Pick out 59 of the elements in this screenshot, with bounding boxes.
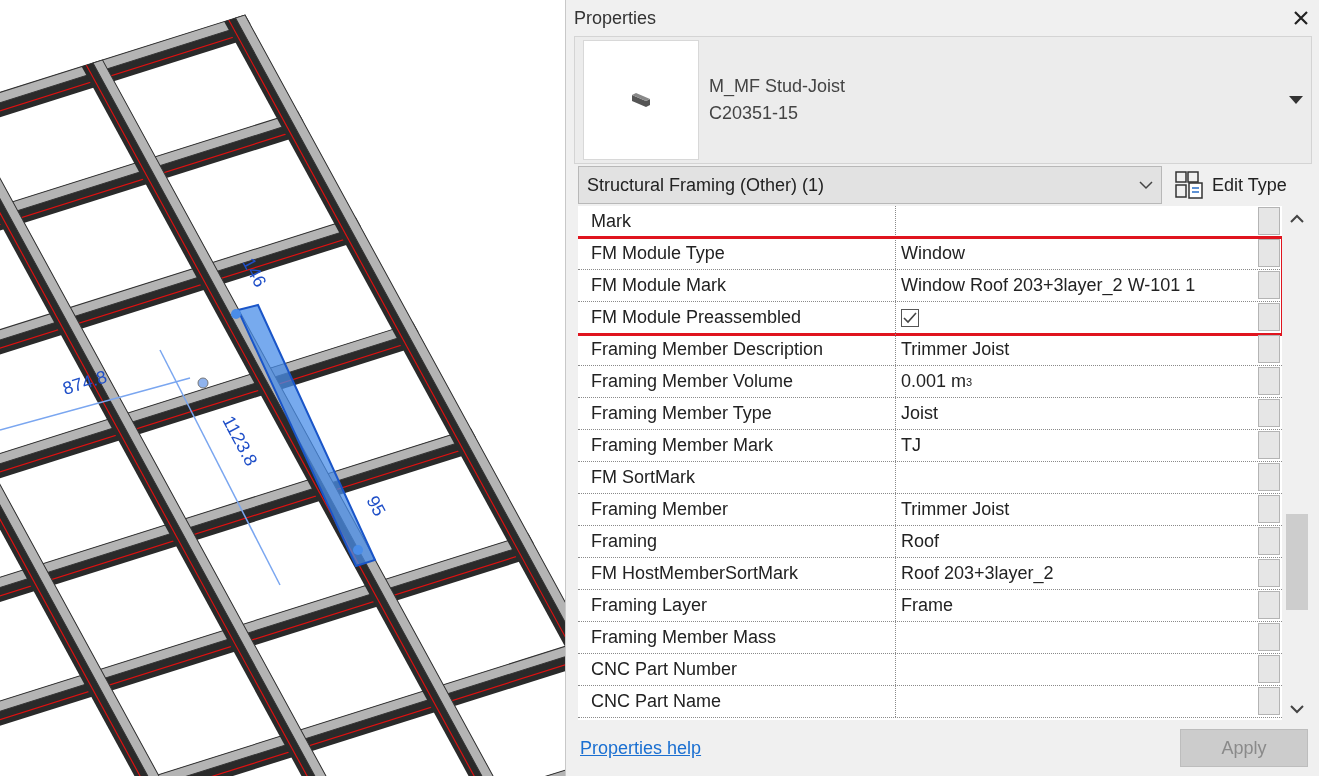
property-value: Window [900,242,967,265]
property-value: TJ [900,434,922,457]
row-button[interactable] [1258,207,1280,235]
property-name: Framing Member Description [578,334,896,365]
help-link[interactable]: Properties help [580,737,702,759]
property-name: Framing Layer [578,590,896,621]
row-button[interactable] [1258,303,1280,331]
row-button[interactable] [1258,431,1280,459]
property-name: Framing Member Volume [578,366,896,397]
row-button[interactable] [1258,687,1280,715]
property-name: Framing [578,526,896,557]
property-name: CNC Part Name [578,686,896,717]
row-button[interactable] [1258,335,1280,363]
row-button[interactable] [1258,527,1280,555]
scroll-down-icon[interactable] [1290,704,1304,714]
property-value: Frame [900,594,954,617]
row-button[interactable] [1258,399,1280,427]
property-name: Framing Member [578,494,896,525]
property-name: FM Module Mark [578,270,896,301]
property-value: Roof [900,530,941,553]
property-name: Mark [578,206,896,237]
row-button[interactable] [1258,655,1280,683]
row-button[interactable] [1258,463,1280,491]
scroll-up-icon[interactable] [1290,214,1304,224]
row-button[interactable] [1258,495,1280,523]
property-name: FM Module Preassembled [578,302,896,333]
property-name: Framing Member Type [578,398,896,429]
checkbox[interactable] [901,308,919,327]
type-name: C20351-15 [709,103,800,124]
family-name: M_MF Stud-Joist [709,76,847,97]
property-value: Roof 203+3layer_2 [900,562,1055,586]
row-button[interactable] [1258,271,1280,299]
property-name: FM HostMemberSortMark [578,558,896,589]
dimension-label: 874.8 [60,366,110,399]
type-selector[interactable]: M_MF Stud-Joist C20351-15 [574,36,1312,164]
row-button[interactable] [1258,591,1280,619]
row-button[interactable] [1258,559,1280,587]
property-value: Joist [900,402,939,425]
edit-type-icon [1174,170,1204,200]
beam-icon [630,91,652,109]
row-button[interactable] [1258,239,1280,267]
row-button[interactable] [1258,367,1280,395]
dimension-label: 146 [238,254,271,291]
edit-type-button[interactable]: Edit Type [1170,170,1291,200]
property-value: Window Roof 203+3layer_2 W-101 1 [900,274,1197,298]
property-value: Trimmer Joist [900,498,1011,521]
chevron-down-icon [1139,180,1153,190]
property-name: FM SortMark [578,462,896,493]
property-name: Framing Member Mark [578,430,896,461]
scrollbar-thumb[interactable] [1286,514,1308,610]
property-name: CNC Part Number [578,654,896,685]
property-name: FM Module Type [578,238,896,269]
dimension-label: 95 [362,492,390,520]
category-dropdown[interactable]: Structural Framing (Other) (1) [578,166,1162,204]
panel-title: Properties [574,7,657,29]
row-button[interactable] [1258,623,1280,651]
dropdown-icon [1289,96,1303,104]
property-name: Framing Member Mass [578,622,896,653]
property-value: Trimmer Joist [900,338,1011,361]
